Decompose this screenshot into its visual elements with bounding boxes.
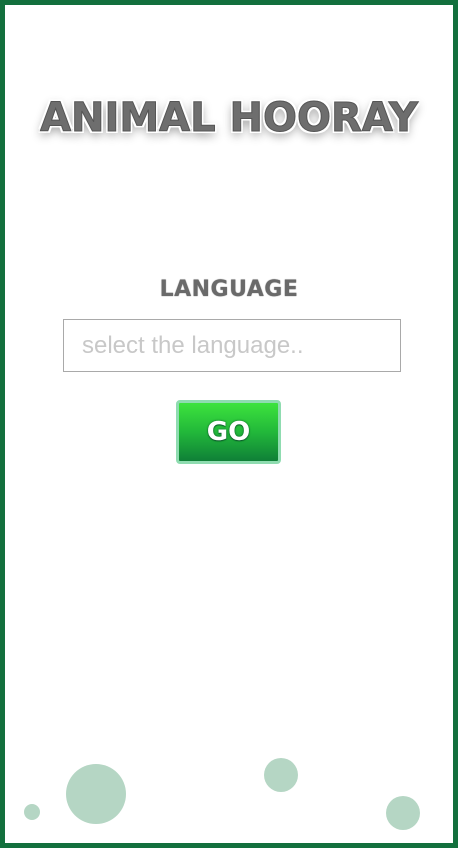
decorative-bubble [66, 764, 126, 824]
language-label: LANGUAGE [159, 277, 299, 302]
decorative-bubble [264, 758, 298, 792]
app-frame: ANIMAL HOORAY LANGUAGE GO [0, 0, 458, 848]
language-input[interactable] [63, 319, 401, 372]
go-button[interactable]: GO [176, 400, 281, 464]
decorative-bubble [386, 796, 420, 830]
app-title: ANIMAL HOORAY [40, 95, 419, 142]
decorative-bubble [24, 804, 40, 820]
